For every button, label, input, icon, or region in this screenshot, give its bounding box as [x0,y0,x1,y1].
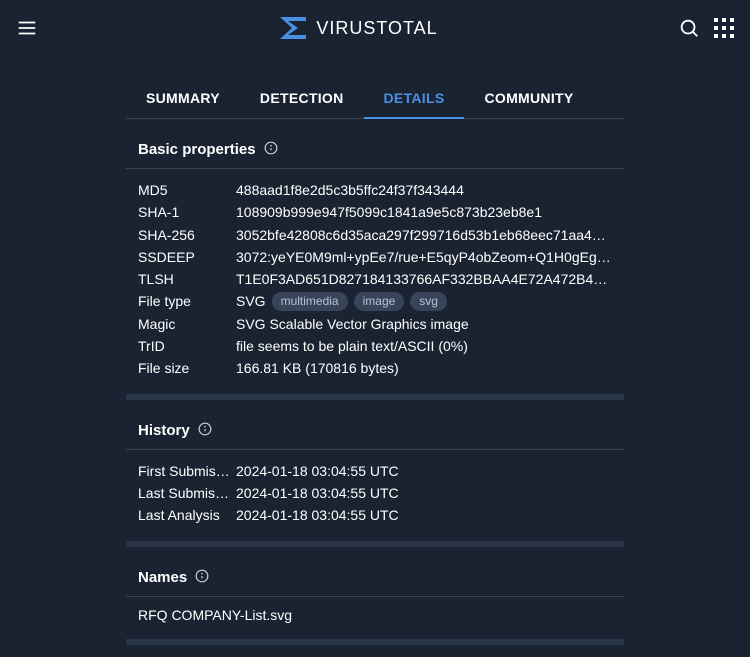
grid-icon[interactable] [714,18,734,38]
row-magic: MagicSVG Scalable Vector Graphics image [138,313,612,335]
label: Last Analysis [138,505,236,525]
row-sha256: SHA-2563052bfe42808c6d35aca297f299716d53… [138,224,612,246]
tag[interactable]: image [354,292,405,311]
row-first-submission: First Submission2024-01-18 03:04:55 UTC [138,460,612,482]
value: 2024-01-18 03:04:55 UTC [236,461,612,481]
row-ssdeep: SSDEEP3072:yeYE0M9ml+ypEe7/rue+E5qyP4obZ… [138,246,612,268]
info-icon[interactable] [195,569,209,586]
value: 166.81 KB (170816 bytes) [236,358,612,378]
tag[interactable]: svg [410,292,447,311]
value: 488aad1f8e2d5c3b5ffc24f37f343444 [236,180,612,200]
tab-details[interactable]: DETAILS [364,80,465,118]
section-footer-bar [126,541,624,547]
filetype-value: SVG [236,291,266,311]
value: 108909b999e947f5099c1841a9e5c873b23eb8e1 [236,202,612,222]
tab-community[interactable]: COMMUNITY [464,80,593,118]
section-footer-bar [126,639,624,645]
brand-logo[interactable]: VIRUSTOTAL [278,15,437,41]
row-sha1: SHA-1108909b999e947f5099c1841a9e5c873b23… [138,201,612,223]
label: First Submission [138,461,236,481]
info-icon[interactable] [264,141,278,158]
value: 2024-01-18 03:04:55 UTC [236,483,612,503]
tag[interactable]: multimedia [272,292,348,311]
topbar: VIRUSTOTAL [0,0,750,56]
row-filetype: File type SVG multimedia image svg [138,290,612,312]
row-last-analysis: Last Analysis2024-01-18 03:04:55 UTC [138,504,612,526]
row-trid: TrIDfile seems to be plain text/ASCII (0… [138,335,612,357]
section-title: Names [138,569,187,586]
value: file seems to be plain text/ASCII (0%) [236,336,612,356]
value: 2024-01-18 03:04:55 UTC [236,505,612,525]
value: 3052bfe42808c6d35aca297f299716d53b1eb68e… [236,225,612,245]
section-names: Names RFQ COMPANY-List.svg [126,569,624,645]
tab-summary[interactable]: SUMMARY [126,80,240,118]
label: SHA-1 [138,202,236,222]
main-content: SUMMARY DETECTION DETAILS COMMUNITY Basi… [126,80,624,645]
label: File type [138,291,236,311]
value: SVG Scalable Vector Graphics image [236,314,612,334]
label: Last Submission [138,483,236,503]
section-history: History First Submission2024-01-18 03:04… [126,422,624,547]
sigma-icon [278,15,308,41]
label: MD5 [138,180,236,200]
search-icon[interactable] [678,17,700,39]
tabs: SUMMARY DETECTION DETAILS COMMUNITY [126,80,624,119]
tab-detection[interactable]: DETECTION [240,80,364,118]
section-title: History [138,422,190,439]
section-footer-bar [126,394,624,400]
value: 3072:yeYE0M9ml+ypEe7/rue+E5qyP4obZeom+Q1… [236,247,612,267]
value: T1E0F3AD651D827184133766AF332BBAA4E72A47… [236,269,612,289]
section-basic-properties: Basic properties MD5488aad1f8e2d5c3b5ffc… [126,141,624,400]
label: TLSH [138,269,236,289]
label: SSDEEP [138,247,236,267]
name-item: RFQ COMPANY-List.svg [138,607,612,623]
label: TrID [138,336,236,356]
label: Magic [138,314,236,334]
info-icon[interactable] [198,422,212,439]
row-filesize: File size166.81 KB (170816 bytes) [138,357,612,379]
row-tlsh: TLSHT1E0F3AD651D827184133766AF332BBAA4E7… [138,268,612,290]
label: SHA-256 [138,225,236,245]
menu-icon[interactable] [16,17,38,39]
brand-name: VIRUSTOTAL [316,18,437,39]
section-title: Basic properties [138,141,256,158]
row-last-submission: Last Submission2024-01-18 03:04:55 UTC [138,482,612,504]
row-md5: MD5488aad1f8e2d5c3b5ffc24f37f343444 [138,179,612,201]
label: File size [138,358,236,378]
